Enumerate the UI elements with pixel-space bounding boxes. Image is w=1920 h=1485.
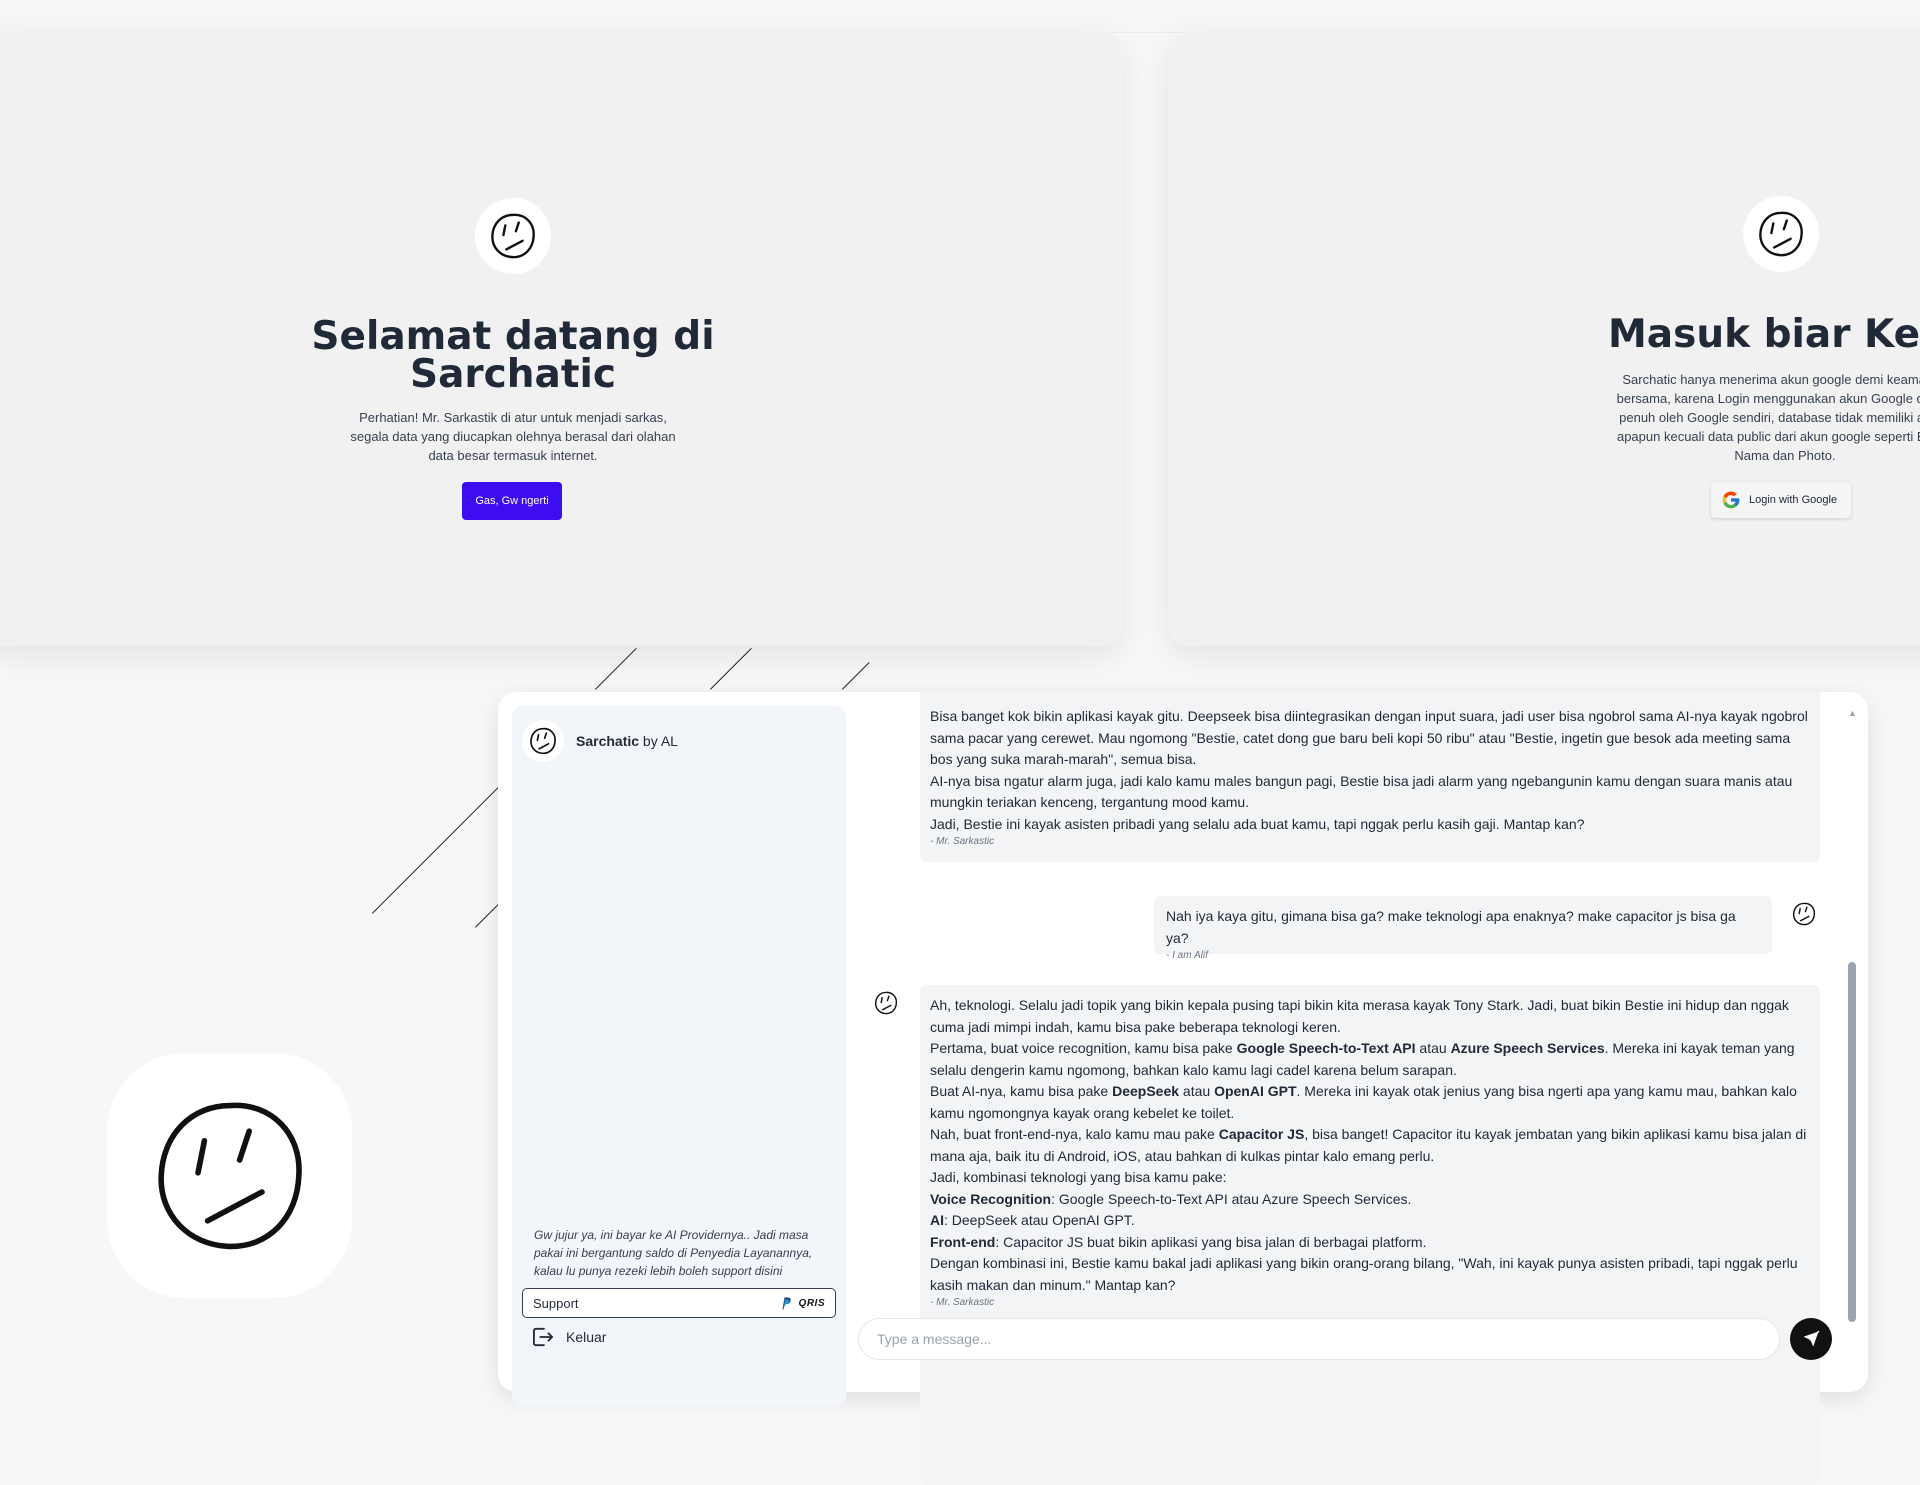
login-title: Masuk biar Kenal <box>1608 312 1920 357</box>
google-login-label: Login with Google <box>1749 494 1838 506</box>
smiley-face-icon <box>874 991 898 1015</box>
message-text: Bisa banget kok bikin aplikasi kayak git… <box>930 708 1808 767</box>
decorative-line <box>595 647 637 690</box>
app-logo <box>107 1053 352 1298</box>
smiley-face-icon <box>1792 902 1816 926</box>
bot-message: Bisa banget kok bikin aplikasi kayak git… <box>920 692 1820 862</box>
welcome-description: Perhatian! Mr. Sarkastik di atur untuk m… <box>350 410 676 463</box>
message-text: Jadi, Bestie ini kayak asisten pribadi y… <box>930 815 1585 832</box>
message-input[interactable] <box>858 1318 1780 1360</box>
logout-button[interactable]: Keluar <box>532 1327 606 1347</box>
smiley-face-icon <box>491 213 535 259</box>
logout-icon <box>533 1327 553 1347</box>
welcome-card: Selamat datang di Sarchatic Perhatian! M… <box>0 32 1123 646</box>
brand-logo <box>522 720 564 762</box>
message-signature: - Mr. Sarkastic <box>930 1297 995 1308</box>
user-avatar <box>1788 898 1820 930</box>
message-text: Buat AI-nya, kamu bisa pake DeepSeek ata… <box>930 1083 1797 1121</box>
smiley-face-icon <box>157 1102 302 1249</box>
support-button[interactable]: Support QRIS <box>522 1288 836 1318</box>
smiley-face-icon <box>530 727 556 755</box>
send-icon <box>1803 1330 1820 1347</box>
bot-avatar <box>870 987 902 1019</box>
login-card: Masuk biar Kenal Sarchatic hanya menerim… <box>1168 32 1920 646</box>
message-text: Ah, teknologi. Selalu jadi topik yang bi… <box>930 997 1789 1035</box>
message-signature: - I am Alif <box>1166 950 1208 961</box>
message-text: Nah, buat front-end-nya, kalo kamu mau p… <box>930 1126 1807 1164</box>
sidebar: Sarchatic by AL Gw jujur ya, ini bayar k… <box>512 706 846 1406</box>
brand-text: Sarchatic by AL <box>576 733 678 749</box>
user-message: Nah iya kaya gitu, gimana bisa ga? make … <box>1154 896 1772 961</box>
google-login-button[interactable]: Login with Google <box>1711 482 1851 518</box>
login-description: Sarchatic hanya menerima akun google dem… <box>1616 372 1920 463</box>
bot-message: Ah, teknologi. Selalu jadi topik yang bi… <box>920 985 1820 1485</box>
send-button[interactable] <box>1790 1318 1832 1360</box>
chat-window: Sarchatic by AL Gw jujur ya, ini bayar k… <box>498 692 1868 1485</box>
message-text: Dengan kombinasi ini, Bestie kamu bakal … <box>930 1255 1798 1293</box>
support-label: Support <box>533 1295 579 1311</box>
message-signature: - Mr. Sarkastic <box>930 836 995 847</box>
paypal-icon <box>782 1297 791 1310</box>
brand-by: by AL <box>639 733 678 749</box>
message-text: Nah iya kaya gitu, gimana bisa ga? make … <box>1166 908 1736 946</box>
message-text: AI: DeepSeek atau OpenAI GPT. <box>930 1212 1135 1228</box>
top-strip <box>0 0 1920 33</box>
login-logo <box>1743 196 1819 272</box>
message-text: Jadi, kombinasi teknologi yang bisa kamu… <box>930 1169 1227 1185</box>
brand-name: Sarchatic <box>576 733 640 749</box>
smiley-face-icon <box>1759 211 1803 257</box>
decorative-line <box>842 662 870 690</box>
support-note: Gw jujur ya, ini bayar ke AI Providernya… <box>534 1228 813 1278</box>
scroll-up-arrow[interactable]: ▲ <box>1848 708 1857 718</box>
decorative-line <box>710 647 752 690</box>
welcome-logo <box>475 198 551 274</box>
google-g-icon <box>1722 491 1740 509</box>
logout-label: Keluar <box>566 1329 607 1345</box>
brand: Sarchatic by AL <box>522 720 678 762</box>
payment-icons: QRIS <box>779 1296 825 1310</box>
agree-button[interactable]: Gas, Gw ngerti <box>462 482 562 520</box>
message-text: Voice Recognition: Google Speech-to-Text… <box>930 1190 1412 1207</box>
chat-scrollbar[interactable] <box>1848 962 1856 1322</box>
welcome-title: Selamat datang di Sarchatic <box>311 314 715 397</box>
message-text: AI-nya bisa ngatur alarm juga, jadi kalo… <box>930 772 1793 811</box>
message-text: Front-end: Capacitor JS buat bikin aplik… <box>930 1233 1427 1250</box>
qris-icon: QRIS <box>798 1297 825 1309</box>
message-text: Pertama, buat voice recognition, kamu bi… <box>930 1040 1795 1078</box>
